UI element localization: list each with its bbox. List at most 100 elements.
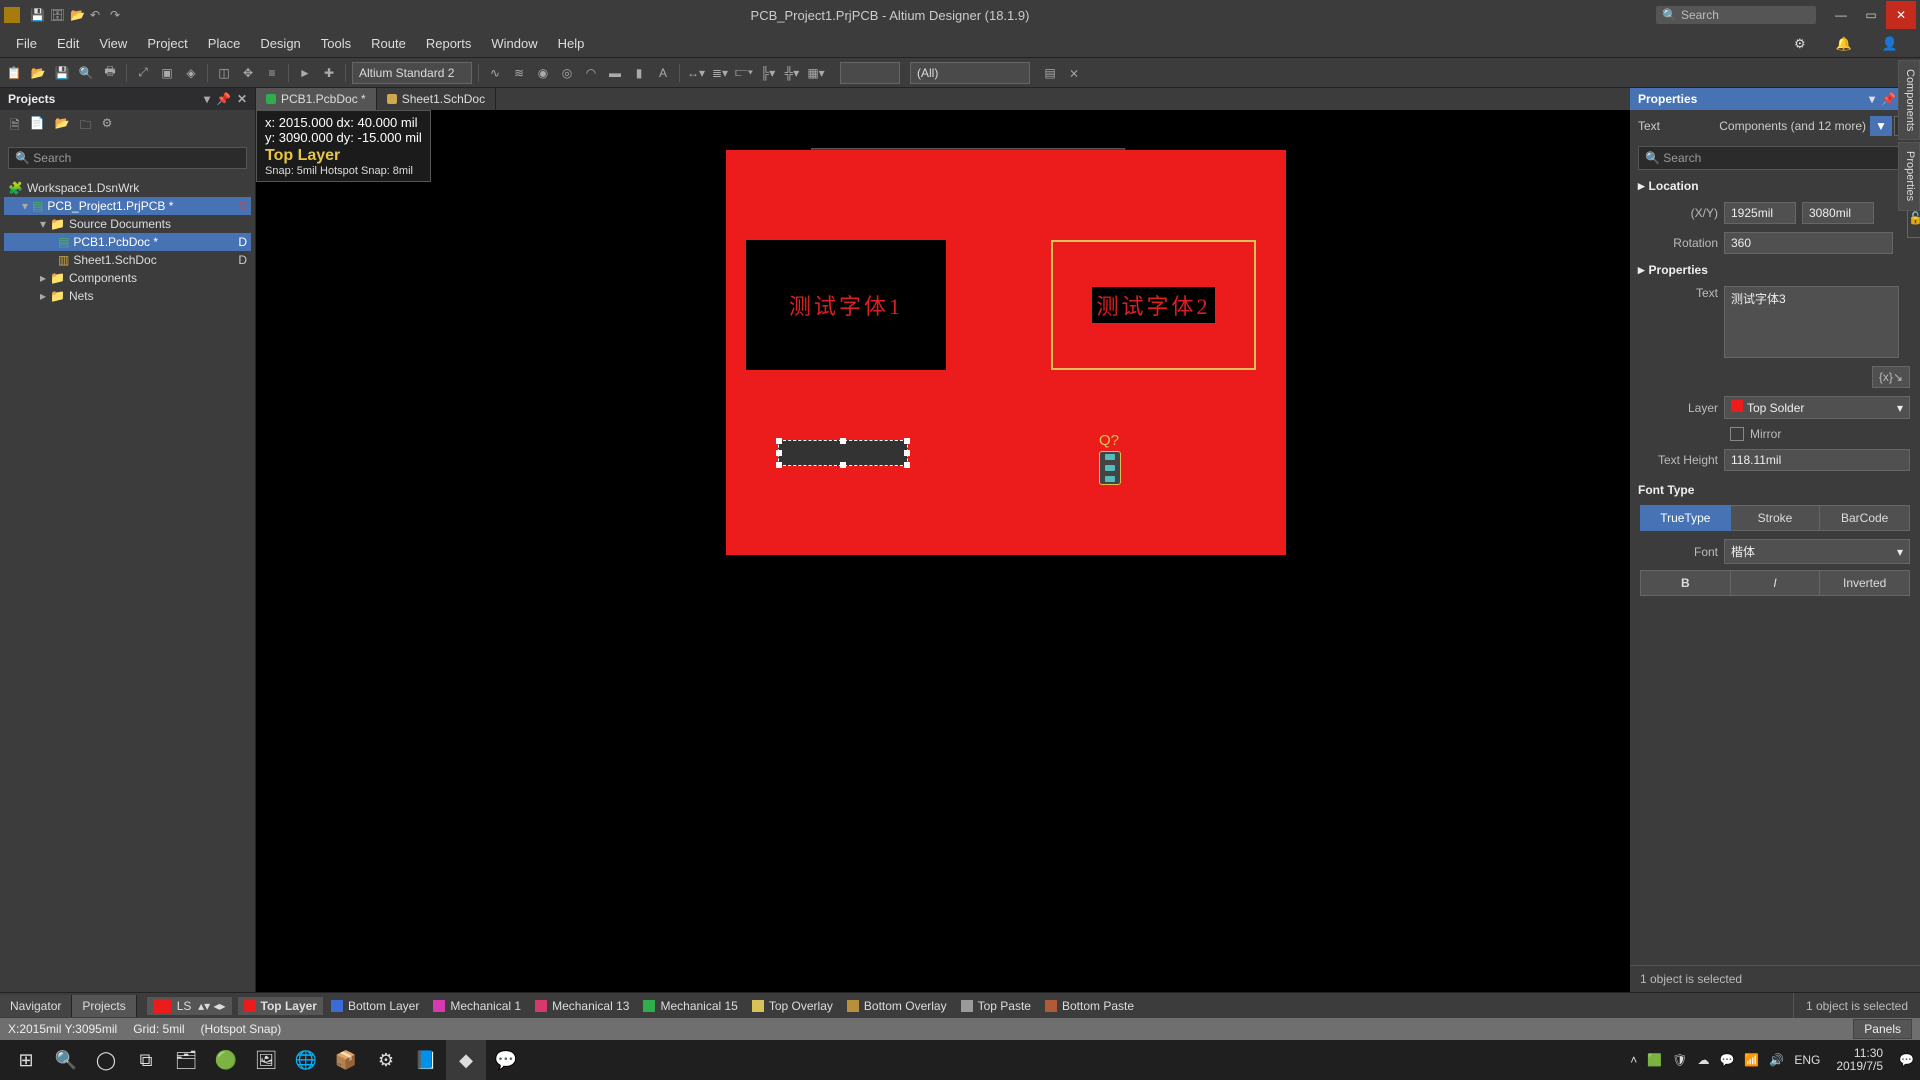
tree-components[interactable]: ▸📁Components: [4, 269, 251, 287]
menu-window[interactable]: Window: [481, 32, 547, 55]
tb-dist-h-icon[interactable]: ╠▾: [758, 63, 778, 83]
tb-align-icon[interactable]: ≡: [262, 63, 282, 83]
layer-tab-botoverlay[interactable]: Bottom Overlay: [841, 997, 953, 1015]
save-icon[interactable]: 💾: [30, 8, 44, 22]
gear-icon[interactable]: ⚙: [1784, 32, 1816, 56]
tray-volume-icon[interactable]: 🔊: [1769, 1053, 1784, 1067]
proj-tb-icon-3[interactable]: 📂: [55, 116, 70, 137]
font-bold-button[interactable]: B: [1640, 570, 1731, 596]
layer-tab-toppaste[interactable]: Top Paste: [955, 997, 1037, 1015]
photos-icon[interactable]: 🖼: [246, 1040, 286, 1080]
tray-chat-icon[interactable]: 💬: [1719, 1053, 1734, 1067]
tb-grid-icon[interactable]: ▦▾: [806, 63, 826, 83]
menu-edit[interactable]: Edit: [47, 32, 89, 55]
tb-region-icon[interactable]: ▮: [629, 63, 649, 83]
font-italic-button[interactable]: I: [1731, 570, 1821, 596]
tb-fill-icon[interactable]: ▬: [605, 63, 625, 83]
cortana-icon[interactable]: ◯: [86, 1040, 126, 1080]
tray-shield-icon[interactable]: 🛡: [1672, 1053, 1687, 1067]
tb-move-icon[interactable]: ✥: [238, 63, 258, 83]
pcb-canvas[interactable]: x: 2015.000 dx: 40.000 mil y: 3090.000 d…: [256, 110, 1630, 992]
tb-clear-icon[interactable]: ⨯: [1064, 63, 1084, 83]
tb-zoom-icon[interactable]: 🔍: [76, 63, 96, 83]
taskview-icon[interactable]: ⧉: [126, 1040, 166, 1080]
layer-tab-mech13[interactable]: Mechanical 13: [529, 997, 635, 1015]
user-icon[interactable]: 👤: [1872, 32, 1908, 56]
tb-filter-dropdown[interactable]: (All): [910, 62, 1030, 84]
save-all-icon[interactable]: 🗄: [50, 8, 64, 22]
tb-cross-icon[interactable]: ✚: [319, 63, 339, 83]
section-location[interactable]: ▸ Location: [1630, 174, 1920, 198]
pcb-text-2[interactable]: 测试字体2: [1092, 287, 1214, 323]
tb-via-icon[interactable]: ◎: [557, 63, 577, 83]
spu-icon[interactable]: 📦: [326, 1040, 366, 1080]
tree-src-folder[interactable]: ▾📁Source Documents: [4, 215, 251, 233]
tb-zoom-selected-icon[interactable]: ◈: [181, 63, 201, 83]
minimize-button[interactable]: —: [1826, 1, 1856, 29]
layer-tab-botpaste[interactable]: Bottom Paste: [1039, 997, 1140, 1015]
tb-align-v-icon[interactable]: ⫍▾: [734, 63, 754, 83]
proj-tb-settings-icon[interactable]: ⚙: [102, 116, 113, 137]
tb-dim-icon[interactable]: ↔▾: [686, 63, 706, 83]
menu-reports[interactable]: Reports: [416, 32, 482, 55]
tb-save-icon[interactable]: 💾: [52, 63, 72, 83]
tree-workspace[interactable]: 🧩Workspace1.DsnWrk: [4, 179, 251, 197]
layer-tab-mech1[interactable]: Mechanical 1: [427, 997, 527, 1015]
font-type-stroke[interactable]: Stroke: [1731, 505, 1821, 531]
menu-help[interactable]: Help: [548, 32, 595, 55]
doctab-pcb[interactable]: PCB1.PcbDoc *: [256, 88, 377, 110]
tb-select-icon[interactable]: ◫: [214, 63, 234, 83]
mirror-checkbox[interactable]: [1730, 427, 1744, 441]
tb-print-icon[interactable]: 🖶: [100, 63, 120, 83]
bell-icon[interactable]: 🔔: [1826, 32, 1862, 56]
layer-sets-button[interactable]: LS ▴▾ ◂▸: [147, 997, 232, 1015]
tree-nets[interactable]: ▸📁Nets: [4, 287, 251, 305]
y-input[interactable]: [1802, 202, 1874, 224]
panel-pin-icon[interactable]: 📌: [216, 92, 231, 106]
tb-compile-icon[interactable]: ►: [295, 63, 315, 83]
prop-menu-icon[interactable]: ▾: [1869, 92, 1875, 106]
section-properties[interactable]: ▸ Properties: [1630, 258, 1920, 282]
expr-button[interactable]: {x}↘: [1872, 366, 1910, 388]
layer-tab-top[interactable]: Top Layer: [238, 997, 323, 1015]
start-button[interactable]: ⊞: [6, 1040, 46, 1080]
close-button[interactable]: ✕: [1886, 1, 1916, 29]
tb-text-icon[interactable]: A: [653, 63, 673, 83]
layer-tab-topoverlay[interactable]: Top Overlay: [746, 997, 839, 1015]
tb-zoom-area-icon[interactable]: ▣: [157, 63, 177, 83]
tb-empty-dropdown[interactable]: [840, 62, 900, 84]
pcb-selected-text[interactable]: [778, 440, 908, 466]
globe-icon[interactable]: 🌐: [286, 1040, 326, 1080]
altium-icon[interactable]: ◆: [446, 1040, 486, 1080]
open-icon[interactable]: 📂: [70, 8, 84, 22]
filter-icon[interactable]: ▼: [1870, 116, 1892, 136]
tb-dist-v-icon[interactable]: ╬▾: [782, 63, 802, 83]
tb-mask-icon[interactable]: ▤: [1040, 63, 1060, 83]
layer-tab-mech15[interactable]: Mechanical 15: [637, 997, 743, 1015]
tray-chevron-icon[interactable]: ˄: [1630, 1053, 1637, 1067]
menu-view[interactable]: View: [89, 32, 137, 55]
panel-close-icon[interactable]: ✕: [237, 92, 247, 106]
tree-project[interactable]: ▾▤PCB_Project1.PrjPCB *D: [4, 197, 251, 215]
explorer-icon[interactable]: 🗂: [166, 1040, 206, 1080]
wechat-icon[interactable]: 💬: [486, 1040, 526, 1080]
pcb-text-1[interactable]: 测试字体1: [789, 289, 903, 321]
tray-network-icon[interactable]: 📶: [1744, 1053, 1759, 1067]
tray-cloud-icon[interactable]: ☁: [1697, 1053, 1709, 1067]
prop-pin-icon[interactable]: 📌: [1881, 92, 1896, 106]
tb-pad-icon[interactable]: ◉: [533, 63, 553, 83]
layer-tab-bottom[interactable]: Bottom Layer: [325, 997, 425, 1015]
tb-arc-icon[interactable]: ◠: [581, 63, 601, 83]
tb-paste-icon[interactable]: 📋: [4, 63, 24, 83]
bottom-tab-projects[interactable]: Projects: [72, 995, 136, 1017]
pcb-region-2[interactable]: 测试字体2: [1051, 240, 1256, 370]
tb-open-icon[interactable]: 📂: [28, 63, 48, 83]
pcb-component-q[interactable]: Q?: [1099, 432, 1121, 485]
settings-icon[interactable]: ⚙: [366, 1040, 406, 1080]
tree-doc-sch[interactable]: ▥Sheet1.SchDocD: [4, 251, 251, 269]
tb-align-h-icon[interactable]: ≣▾: [710, 63, 730, 83]
tree-doc-pcb[interactable]: ▤PCB1.PcbDoc *D: [4, 233, 251, 251]
layer-dropdown[interactable]: Top Solder▾: [1724, 396, 1910, 419]
undo-icon[interactable]: ↶: [90, 8, 104, 22]
menu-file[interactable]: File: [6, 32, 47, 55]
